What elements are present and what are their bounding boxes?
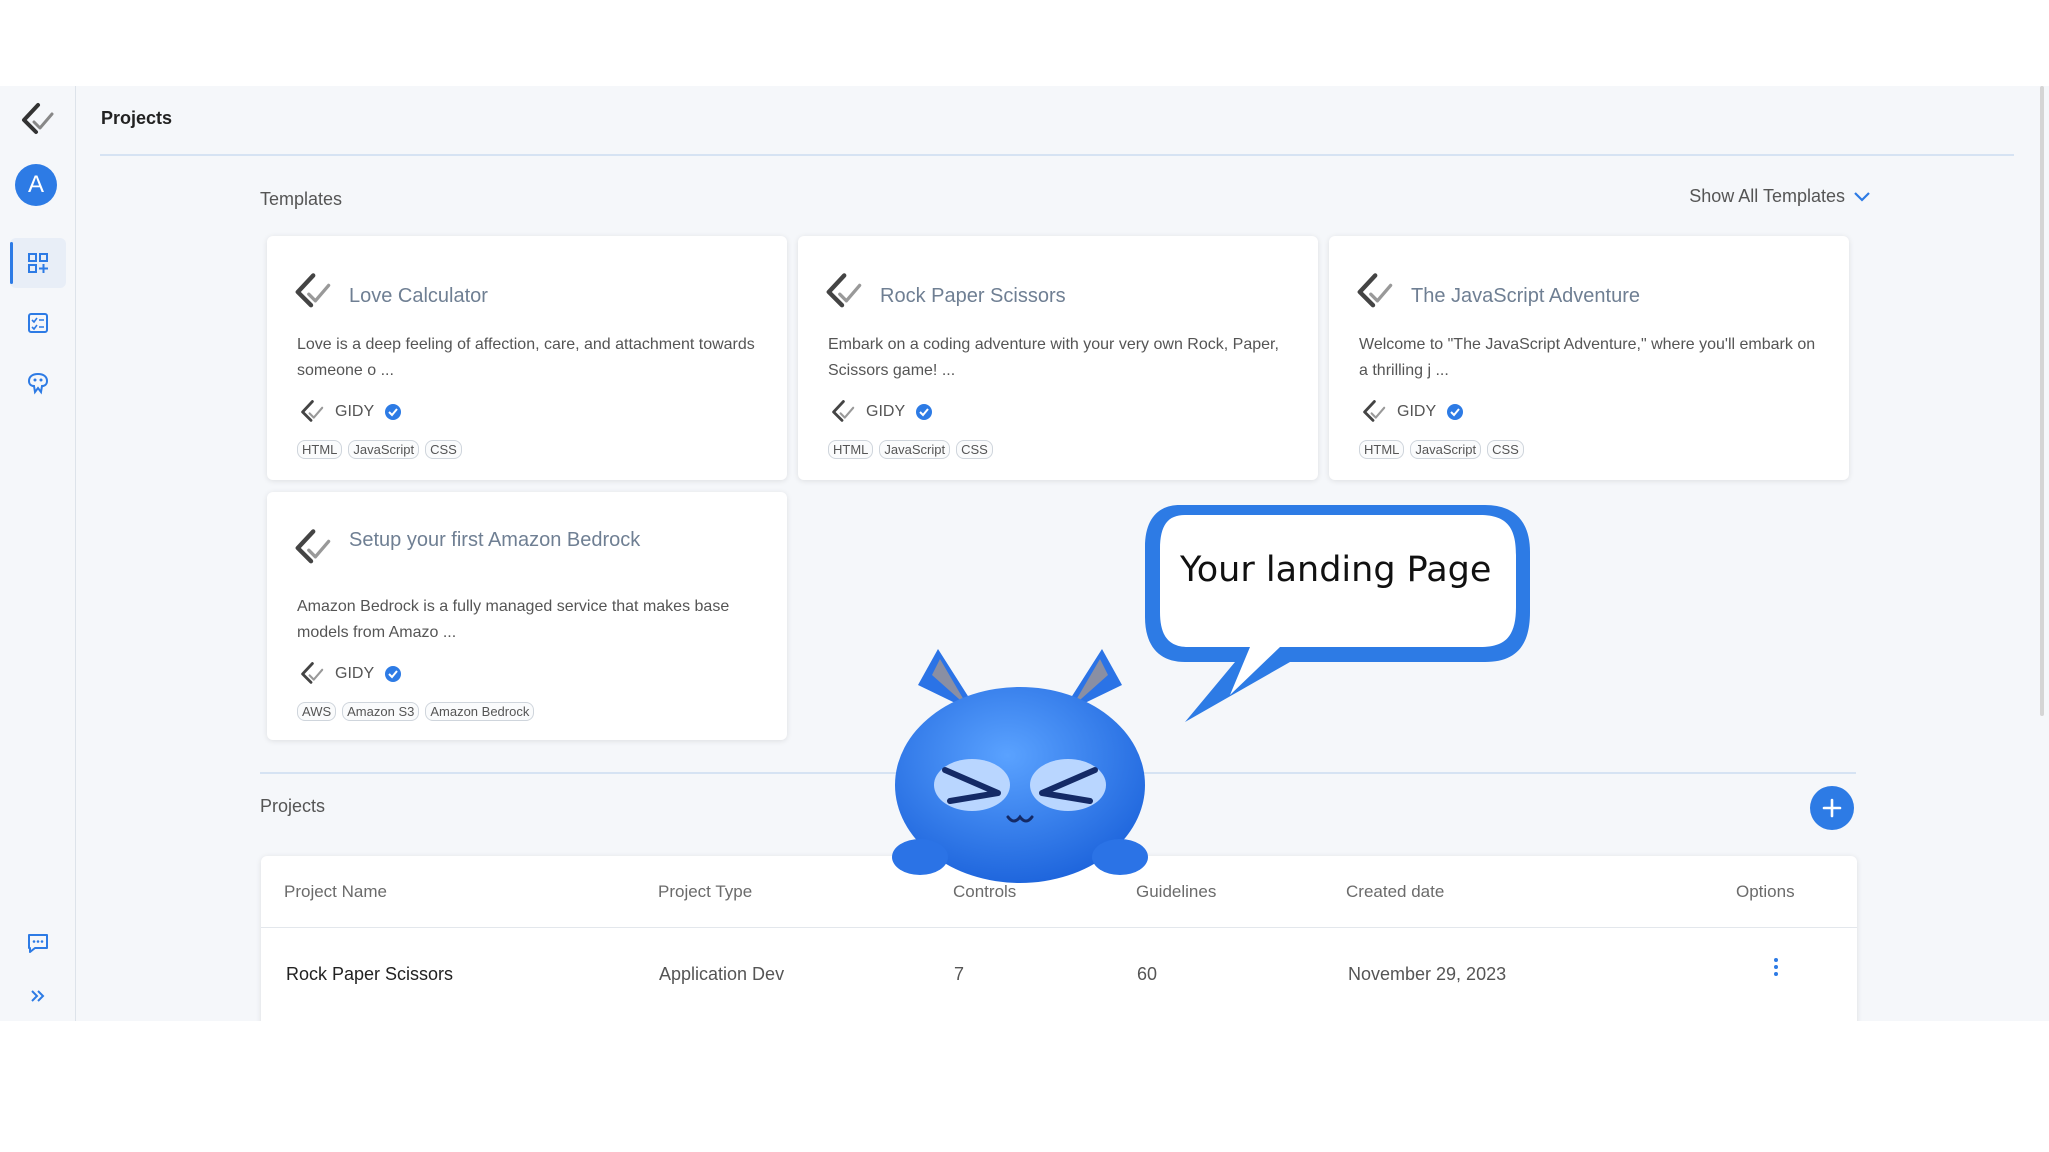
template-title[interactable]: The JavaScript Adventure: [1411, 282, 1731, 311]
speech-bubble: [1145, 505, 1530, 722]
verified-icon: [385, 404, 402, 420]
add-project-button[interactable]: [1810, 786, 1854, 830]
gidy-logo-icon: [295, 529, 331, 564]
template-title[interactable]: Setup your first Amazon Bedrock: [349, 526, 669, 555]
template-title[interactable]: Rock Paper Scissors: [880, 282, 1200, 311]
column-header[interactable]: Guidelines: [1136, 882, 1216, 902]
verified-icon: [1447, 404, 1464, 420]
template-tags: AWS Amazon S3 Amazon Bedrock: [297, 702, 535, 721]
owner-name: GIDY: [866, 403, 906, 420]
column-header[interactable]: Created date: [1346, 882, 1444, 902]
expand-sidebar-button[interactable]: [10, 971, 66, 1021]
template-card[interactable]: Setup your first Amazon Bedrock Amazon B…: [267, 492, 787, 740]
template-owner: GIDY: [297, 660, 402, 688]
show-all-label: Show All Templates: [1689, 186, 1845, 206]
feedback-chat-button[interactable]: [10, 918, 66, 968]
templates-icon: [28, 253, 48, 273]
template-description: Embark on a coding adventure with your v…: [828, 336, 1279, 379]
gidy-logo-icon: [826, 273, 862, 308]
gidy-logo-icon: [832, 400, 855, 422]
column-header: Options: [1736, 882, 1795, 901]
tag: JavaScript: [1410, 440, 1482, 459]
template-owner: GIDY: [297, 398, 402, 426]
column-header[interactable]: Project Name: [284, 882, 387, 902]
cat-mascot-icon: [892, 649, 1148, 883]
tag: AWS: [297, 702, 337, 721]
chat-icon: [28, 934, 48, 953]
owner-name: GIDY: [1397, 403, 1437, 420]
owner-name: GIDY: [335, 665, 375, 682]
tag: HTML: [828, 440, 874, 459]
page-title: Projects: [101, 108, 173, 128]
template-description: Welcome to "The JavaScript Adventure," w…: [1359, 336, 1816, 379]
project-controls: 7: [954, 964, 965, 984]
scrollbar-thumb[interactable]: [2040, 86, 2044, 716]
template-tags: HTML JavaScript CSS: [1359, 440, 1524, 459]
gidy-logo-icon: [301, 662, 324, 684]
gidy-logo-icon: [295, 273, 331, 308]
template-title[interactable]: Love Calculator: [349, 282, 669, 311]
gidy-logo-icon: [301, 400, 324, 422]
project-name[interactable]: Rock Paper Scissors: [286, 964, 453, 985]
tag: JavaScript: [348, 440, 420, 459]
sidebar: A: [0, 86, 76, 1021]
scrollbar[interactable]: [2040, 86, 2047, 1021]
template-card[interactable]: The JavaScript Adventure Welcome to "The…: [1329, 236, 1849, 480]
tag: Amazon S3: [342, 702, 420, 721]
tag: JavaScript: [879, 440, 951, 459]
chevron-down-icon: [1854, 191, 1870, 202]
verified-icon: [385, 666, 402, 682]
template-tags: HTML JavaScript CSS: [828, 440, 993, 459]
gidy-logo-icon: [1363, 400, 1386, 422]
sidebar-item-tasks[interactable]: [10, 298, 66, 348]
column-header[interactable]: Controls: [953, 882, 1016, 902]
plus-icon: [1822, 798, 1842, 818]
sidebar-item-templates[interactable]: [10, 238, 66, 288]
template-owner: GIDY: [828, 398, 933, 426]
gidy-logo-icon: [1357, 273, 1393, 308]
page-header: Projects: [100, 86, 2014, 156]
column-header[interactable]: Project Type: [658, 882, 752, 902]
template-description: Amazon Bedrock is a fully managed servic…: [297, 598, 730, 641]
tag: Amazon Bedrock: [425, 702, 535, 721]
task-list-icon: [28, 313, 48, 333]
kebab-menu-icon[interactable]: [1766, 952, 1786, 982]
template-card[interactable]: Rock Paper Scissors Embark on a coding a…: [798, 236, 1318, 480]
verified-icon: [916, 404, 933, 420]
projects-section-label: Projects: [260, 796, 326, 816]
brain-icon: [27, 372, 49, 395]
tag: CSS: [956, 440, 993, 459]
template-card[interactable]: Love Calculator Love is a deep feeling o…: [267, 236, 787, 480]
template-description: Love is a deep feeling of affection, car…: [297, 336, 755, 379]
show-all-templates-button[interactable]: Show All Templates: [1689, 186, 1871, 207]
tag: CSS: [425, 440, 462, 459]
project-type: Application Dev: [659, 964, 785, 984]
expand-icon: [31, 990, 45, 1002]
tag: HTML: [297, 440, 343, 459]
owner-name: GIDY: [335, 403, 375, 420]
project-created-date: November 29, 2023: [1348, 964, 1507, 984]
templates-section-label: Templates: [260, 189, 343, 209]
gidy-logo-icon[interactable]: [16, 100, 56, 140]
sidebar-item-ai[interactable]: [10, 358, 66, 408]
project-guidelines: 60: [1137, 964, 1158, 984]
tag: CSS: [1487, 440, 1524, 459]
template-owner: GIDY: [1359, 398, 1464, 426]
tag: HTML: [1359, 440, 1405, 459]
speech-bubble-text: Your landing Page: [1180, 550, 1492, 590]
avatar[interactable]: A: [15, 164, 57, 206]
template-tags: HTML JavaScript CSS: [297, 440, 462, 459]
